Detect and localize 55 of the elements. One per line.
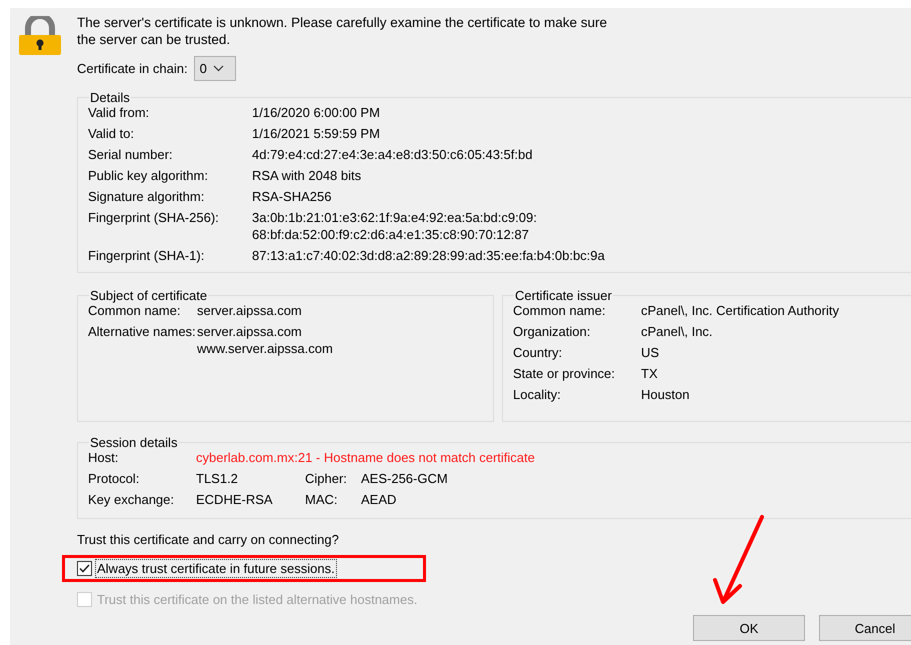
field-value: 3a:0b:1b:21:01:e3:62:1f:9a:e4:92:ea:5a:bd:c9:09: <box>252 209 537 226</box>
field-label: Alternative names: <box>88 323 197 341</box>
field-value: cPanel\, Inc. <box>641 323 713 340</box>
field-value: 4d:79:e4:cd:27:e4:3e:a4:e8:d3:50:c6:05:43:5f:bd <box>252 146 532 163</box>
field-value: 1/16/2021 5:59:59 PM <box>252 125 380 142</box>
field-label: Key exchange: <box>88 491 176 508</box>
field-label: Valid from: <box>88 104 150 121</box>
chevron-down-icon <box>212 65 224 72</box>
field-value: US <box>641 344 660 361</box>
group-title: Subject of certificate <box>89 287 208 304</box>
field-label: Valid to: <box>88 125 136 142</box>
field-value: RSA-SHA256 <box>252 188 332 205</box>
group-title: Details <box>89 89 131 106</box>
field-value: 68:bf:da:52:00:f9:c2:d6:a4:e1:35:c8:90:70:12:87 <box>252 226 530 243</box>
trust-question: Trust this certificate and carry on connecting? <box>77 531 340 548</box>
checkbox[interactable] <box>77 561 92 576</box>
field-value: cPanel\, Inc. Certification Authority <box>641 302 839 319</box>
field-label: Common name: <box>88 303 182 319</box>
field-value: Houston <box>641 386 690 403</box>
field-value: 1/16/2020 6:00:00 PM <box>252 104 380 121</box>
group-title: Certificate issuer <box>514 287 613 304</box>
field-label: Fingerprint (SHA-1): <box>88 247 206 264</box>
field-value: TLS1.2 <box>196 470 239 487</box>
group-title: Session details <box>89 434 178 451</box>
field-label: Country: <box>513 344 564 361</box>
field-label: Fingerprint (SHA-256): <box>88 209 220 227</box>
chain-dropdown[interactable]: 0 <box>194 56 236 81</box>
checkbox-label[interactable]: Always trust certificate in future sessions. <box>96 560 336 577</box>
checkmark-icon <box>79 564 90 573</box>
chain-label: Certificate in chain: <box>77 60 188 77</box>
padlock-icon <box>18 16 62 56</box>
field-label: Organization: <box>513 323 592 340</box>
warning-message: The server's certificate is unknown. Please carefully examine the certificate to make sure the server can be trusted. <box>77 14 608 48</box>
field-value: www.server.aipssa.com <box>197 340 333 357</box>
field-label: Serial number: <box>88 146 174 163</box>
field-value: AES-256-GCM <box>361 470 448 487</box>
field-value: AEAD <box>361 491 396 508</box>
field-value: 87:13:a1:c7:40:02:3d:d8:a2:89:28:99:ad:35:ee:fa:b4:0b:bc:9a <box>252 247 605 264</box>
field-label: Cipher: <box>305 470 348 487</box>
field-value: server.aipssa.com <box>197 302 302 319</box>
field-label: Common name: <box>513 302 606 319</box>
field-label: Public key algorithm: <box>88 167 209 184</box>
field-value: cyberlab.com.mx:21 - Hostname does not match certificate <box>196 449 535 466</box>
field-label: Host: <box>88 449 120 466</box>
field-label: Signature algorithm: <box>88 188 206 205</box>
field-value: TX <box>641 365 658 382</box>
field-value: server.aipssa.com <box>197 323 303 340</box>
dialog-button[interactable]: Cancel <box>819 615 911 641</box>
dialog-button[interactable]: OK <box>693 615 805 641</box>
field-value: ECDHE-RSA <box>196 491 274 508</box>
field-label: Protocol: <box>88 470 140 487</box>
field-label: MAC: <box>305 491 338 508</box>
field-value: RSA with 2048 bits <box>252 167 362 184</box>
field-label: Locality: <box>513 386 562 403</box>
field-label: State or province: <box>513 365 616 382</box>
